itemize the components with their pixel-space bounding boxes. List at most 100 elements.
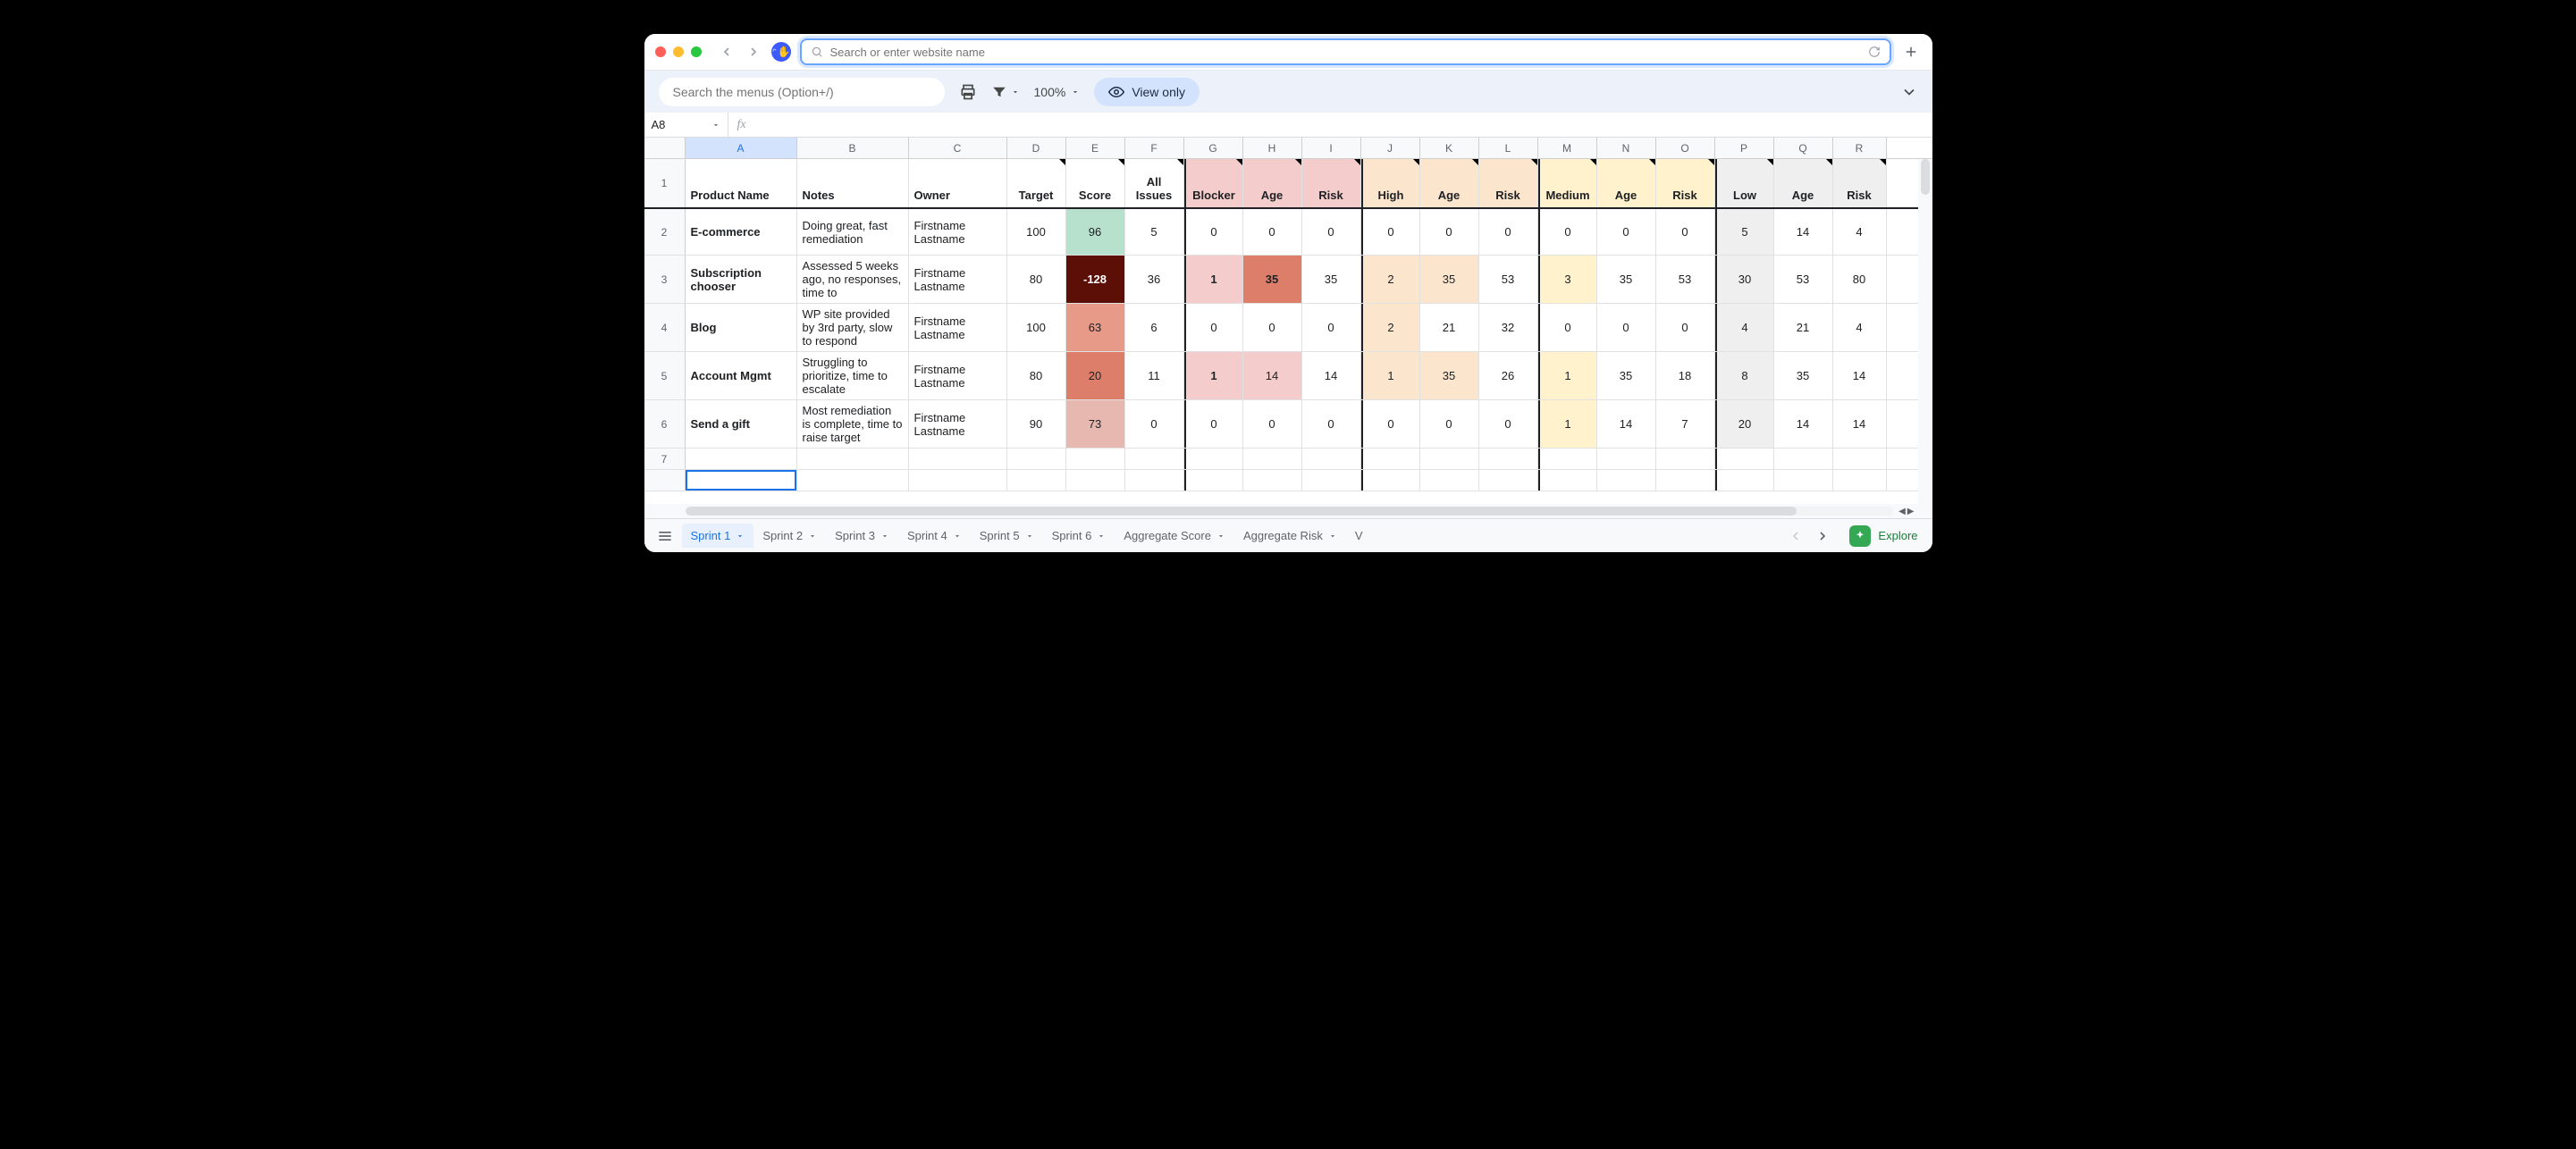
cell[interactable]: 1 (1361, 352, 1420, 399)
column-header-A[interactable]: A (686, 138, 797, 158)
caret-down-icon[interactable] (736, 532, 745, 541)
cell[interactable]: Blog (686, 304, 797, 351)
cell[interactable] (1420, 449, 1479, 469)
caret-down-icon[interactable] (880, 532, 889, 541)
cell[interactable]: 14 (1833, 352, 1887, 399)
view-only-pill[interactable]: View only (1094, 78, 1200, 106)
cell[interactable]: 0 (1656, 304, 1715, 351)
cell[interactable]: 35 (1597, 352, 1656, 399)
cell[interactable]: 8 (1715, 352, 1774, 399)
cell[interactable]: Firstname Lastname (909, 352, 1007, 399)
cell[interactable]: 5 (1125, 209, 1184, 255)
row-header[interactable]: 3 (644, 256, 686, 303)
row-header[interactable]: 6 (644, 400, 686, 448)
cell[interactable]: 35 (1420, 256, 1479, 303)
caret-down-icon[interactable] (1328, 532, 1337, 541)
header-cell-Q[interactable]: Age (1774, 159, 1833, 207)
cell[interactable]: 100 (1007, 209, 1066, 255)
cell[interactable] (1833, 449, 1887, 469)
sheet-tab[interactable]: Sprint 2 (753, 524, 826, 548)
cell[interactable] (909, 470, 1007, 491)
cell[interactable]: 63 (1066, 304, 1125, 351)
cell[interactable] (1774, 449, 1833, 469)
cell[interactable]: 0 (1420, 209, 1479, 255)
cell[interactable] (1656, 470, 1715, 491)
cell[interactable]: 0 (1243, 304, 1302, 351)
cell[interactable] (1479, 449, 1538, 469)
cell[interactable] (1302, 470, 1361, 491)
sheet-tab[interactable]: Aggregate Score (1115, 524, 1234, 548)
column-header-R[interactable]: R (1833, 138, 1887, 158)
cell[interactable]: 0 (1125, 400, 1184, 448)
toolbar-expand-button[interactable] (1900, 83, 1918, 101)
sheet-tab[interactable]: Sprint 6 (1043, 524, 1115, 548)
cell[interactable]: Struggling to prioritize, time to escala… (797, 352, 909, 399)
row-header[interactable] (644, 470, 686, 491)
cell[interactable]: 2 (1361, 304, 1420, 351)
cell[interactable] (1833, 470, 1887, 491)
cell[interactable] (1184, 449, 1243, 469)
cell[interactable]: 21 (1774, 304, 1833, 351)
name-box[interactable]: A8 (644, 113, 728, 137)
cell[interactable] (1597, 449, 1656, 469)
header-cell-B[interactable]: Notes (797, 159, 909, 207)
cell[interactable]: 20 (1715, 400, 1774, 448)
cell[interactable]: 96 (1066, 209, 1125, 255)
all-sheets-button[interactable] (652, 527, 678, 545)
cell[interactable]: 7 (1656, 400, 1715, 448)
new-tab-button[interactable] (1900, 44, 1922, 60)
cell[interactable]: 30 (1715, 256, 1774, 303)
column-header-J[interactable]: J (1361, 138, 1420, 158)
cell[interactable]: 18 (1656, 352, 1715, 399)
cell[interactable]: Firstname Lastname (909, 209, 1007, 255)
cell[interactable]: 0 (1184, 304, 1243, 351)
column-header-I[interactable]: I (1302, 138, 1361, 158)
cell[interactable]: 36 (1125, 256, 1184, 303)
cell[interactable] (1125, 470, 1184, 491)
cell[interactable]: 0 (1184, 400, 1243, 448)
cell[interactable]: 14 (1243, 352, 1302, 399)
column-header-C[interactable]: C (909, 138, 1007, 158)
cell[interactable]: 35 (1243, 256, 1302, 303)
cell[interactable]: 0 (1597, 304, 1656, 351)
cell[interactable]: 14 (1774, 209, 1833, 255)
cell[interactable] (797, 470, 909, 491)
header-cell-M[interactable]: Medium (1538, 159, 1597, 207)
cell[interactable] (1538, 449, 1597, 469)
cell[interactable] (1597, 470, 1656, 491)
cell[interactable]: Most remediation is complete, time to ra… (797, 400, 909, 448)
column-header-O[interactable]: O (1656, 138, 1715, 158)
vertical-scrollbar[interactable] (1918, 159, 1932, 504)
cell[interactable]: 0 (1361, 209, 1420, 255)
cell[interactable]: 0 (1302, 304, 1361, 351)
close-window-button[interactable] (655, 46, 666, 57)
cell[interactable] (1302, 449, 1361, 469)
cell[interactable]: E-commerce (686, 209, 797, 255)
cell[interactable]: Doing great, fast remediation (797, 209, 909, 255)
column-header-N[interactable]: N (1597, 138, 1656, 158)
explore-button[interactable]: Explore (1842, 525, 1924, 547)
print-button[interactable] (959, 83, 977, 101)
cell[interactable]: 26 (1479, 352, 1538, 399)
cell[interactable] (797, 449, 909, 469)
column-header-G[interactable]: G (1184, 138, 1243, 158)
minimize-window-button[interactable] (673, 46, 684, 57)
cell[interactable]: 0 (1184, 209, 1243, 255)
cell[interactable] (909, 449, 1007, 469)
column-header-L[interactable]: L (1479, 138, 1538, 158)
column-header-D[interactable]: D (1007, 138, 1066, 158)
row-header[interactable]: 1 (644, 159, 686, 207)
cell[interactable]: Firstname Lastname (909, 256, 1007, 303)
sheet-tab[interactable]: Sprint 4 (898, 524, 971, 548)
cell[interactable] (1007, 449, 1066, 469)
row-header[interactable]: 7 (644, 449, 686, 469)
header-cell-H[interactable]: Age (1243, 159, 1302, 207)
caret-down-icon[interactable] (953, 532, 962, 541)
extension-icon[interactable]: ✋ (771, 42, 791, 62)
header-cell-K[interactable]: Age (1420, 159, 1479, 207)
sheet-tab[interactable]: Sprint 1 (682, 524, 754, 548)
cell[interactable]: 53 (1656, 256, 1715, 303)
cell[interactable] (1066, 470, 1125, 491)
header-cell-C[interactable]: Owner (909, 159, 1007, 207)
cell[interactable]: 0 (1479, 209, 1538, 255)
